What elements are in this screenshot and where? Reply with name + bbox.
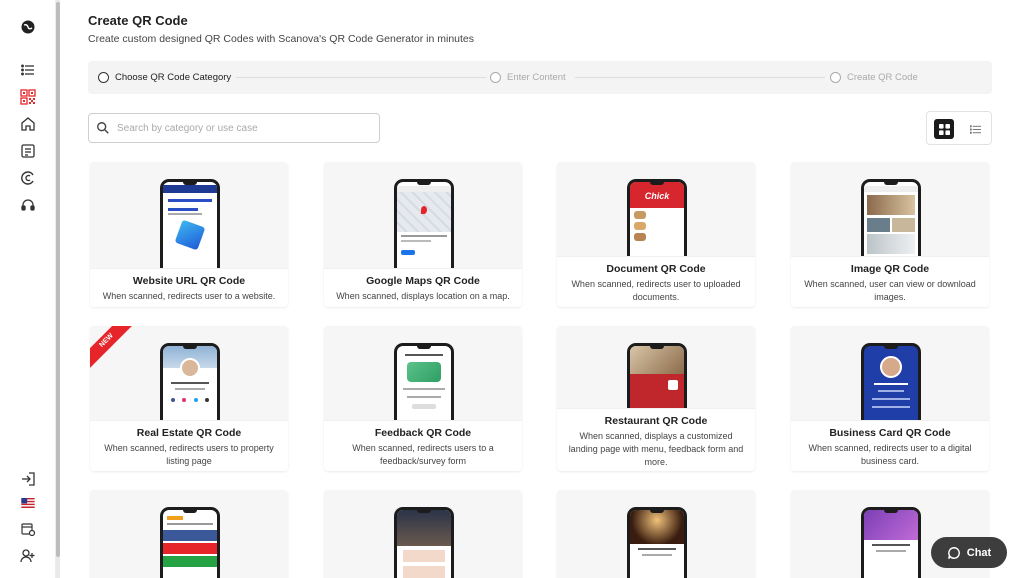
card-social-media[interactable] [90, 490, 288, 578]
phone-mockup [394, 343, 454, 420]
card-title: Business Card QR Code [829, 427, 951, 439]
card-business-card[interactable]: Business Card QR Code When scanned, redi… [791, 326, 989, 471]
home-icon[interactable] [16, 112, 40, 136]
card-caption: Restaurant QR Code When scanned, display… [557, 408, 755, 471]
calendar-settings-icon[interactable] [16, 517, 40, 541]
card-image[interactable]: Image QR Code When scanned, user can vie… [791, 162, 989, 307]
main-content: Create QR Code Create custom designed QR… [60, 0, 1024, 578]
card-title: Restaurant QR Code [604, 415, 708, 427]
step-label: Create QR Code [847, 72, 918, 83]
us-flag-icon[interactable] [16, 491, 40, 515]
card-caption: Google Maps QR Code When scanned, displa… [324, 268, 522, 307]
phone-mockup [160, 179, 220, 268]
list-view-button[interactable] [965, 119, 985, 139]
step-label: Enter Content [507, 72, 566, 83]
card-google-maps[interactable]: Google Maps QR Code When scanned, displa… [324, 162, 522, 307]
document-icon[interactable] [16, 139, 40, 163]
card-preview [324, 162, 522, 268]
card-document[interactable]: Chick Document QR Code When scanned, red… [557, 162, 755, 307]
card-caption: Document QR Code When scanned, redirects… [557, 256, 755, 307]
step-circle-icon [490, 72, 501, 83]
card-preview [90, 490, 288, 578]
card-description: When scanned, redirects users to a feedb… [352, 443, 494, 466]
card-caption: Website URL QR Code When scanned, redire… [90, 268, 288, 307]
logout-icon[interactable] [16, 467, 40, 491]
sidebar [0, 0, 56, 578]
phone-mockup [861, 179, 921, 256]
step-circle-icon [830, 72, 841, 83]
step-enter-content[interactable]: Enter Content [490, 72, 566, 83]
card-preview [557, 490, 755, 578]
grid-view-button[interactable] [934, 119, 954, 139]
phone-mockup [160, 507, 220, 578]
card-title: Document QR Code [606, 263, 706, 275]
qr-code-icon[interactable] [16, 85, 40, 109]
globe-icon[interactable] [16, 15, 40, 39]
phone-mockup [627, 343, 687, 408]
card-event[interactable] [324, 490, 522, 578]
card-description: When scanned, displays location on a map… [336, 291, 510, 301]
phone-mockup [394, 179, 454, 268]
step-label: Choose QR Code Category [115, 72, 232, 83]
step-create-qr-code[interactable]: Create QR Code [830, 72, 918, 83]
step-connector [236, 77, 486, 78]
phone-mockup [861, 507, 921, 578]
card-preview [90, 326, 288, 420]
page-title: Create QR Code [88, 13, 188, 28]
card-title: Image QR Code [850, 263, 930, 275]
chat-icon [947, 546, 960, 559]
search-box [88, 113, 380, 143]
chat-button[interactable]: Chat [931, 537, 1007, 568]
card-description: When scanned, redirects users to propert… [104, 443, 274, 466]
card-description: When scanned, redirects user to a digita… [808, 443, 972, 466]
card-music[interactable] [557, 490, 755, 578]
card-preview: Chick [557, 162, 755, 256]
card-preview [324, 490, 522, 578]
headset-icon[interactable] [16, 193, 40, 217]
card-preview [791, 162, 989, 256]
search-input[interactable] [117, 120, 372, 136]
card-title: Website URL QR Code [132, 275, 246, 287]
stepper: Choose QR Code Category Enter Content Cr… [88, 61, 992, 94]
card-feedback[interactable]: Feedback QR Code When scanned, redirects… [324, 326, 522, 471]
phone-mockup [160, 343, 220, 420]
card-preview [90, 162, 288, 268]
step-circle-icon [98, 72, 109, 83]
phone-mockup [394, 507, 454, 578]
step-connector [575, 77, 825, 78]
step-choose-category[interactable]: Choose QR Code Category [98, 72, 231, 83]
card-preview [791, 326, 989, 420]
search-icon [97, 122, 109, 134]
view-toggle [926, 111, 992, 145]
card-restaurant[interactable]: Restaurant QR Code When scanned, display… [557, 326, 755, 471]
card-caption: Business Card QR Code When scanned, redi… [791, 420, 989, 471]
phone-mockup [861, 343, 921, 420]
copyright-icon[interactable] [16, 166, 40, 190]
chat-label: Chat [966, 546, 992, 559]
page-subtitle: Create custom designed QR Codes with Sca… [88, 33, 475, 45]
phone-mockup: Chick [627, 179, 687, 256]
card-title: Real Estate QR Code [136, 427, 242, 439]
card-real-estate[interactable]: NEW Real Estate QR Code When scanned, re… [90, 326, 288, 471]
card-title: Google Maps QR Code [366, 275, 480, 287]
phone-mockup [627, 507, 687, 578]
card-description: When scanned, displays a customized land… [568, 431, 744, 467]
card-description: When scanned, redirects user to uploaded… [571, 279, 741, 302]
card-caption: Real Estate QR Code When scanned, redire… [90, 420, 288, 471]
card-preview [557, 326, 755, 408]
grid-icon [938, 123, 950, 135]
card-title: Feedback QR Code [374, 427, 472, 439]
list-icon[interactable] [16, 58, 40, 82]
card-website-url[interactable]: Website URL QR Code When scanned, redire… [90, 162, 288, 307]
card-caption: Image QR Code When scanned, user can vie… [791, 256, 989, 307]
card-description: When scanned, user can view or download … [804, 279, 976, 302]
card-caption: Feedback QR Code When scanned, redirects… [324, 420, 522, 471]
list-icon [969, 124, 981, 134]
card-description: When scanned, redirects user to a websit… [102, 291, 276, 301]
add-user-icon[interactable] [16, 544, 40, 568]
card-preview [324, 326, 522, 420]
